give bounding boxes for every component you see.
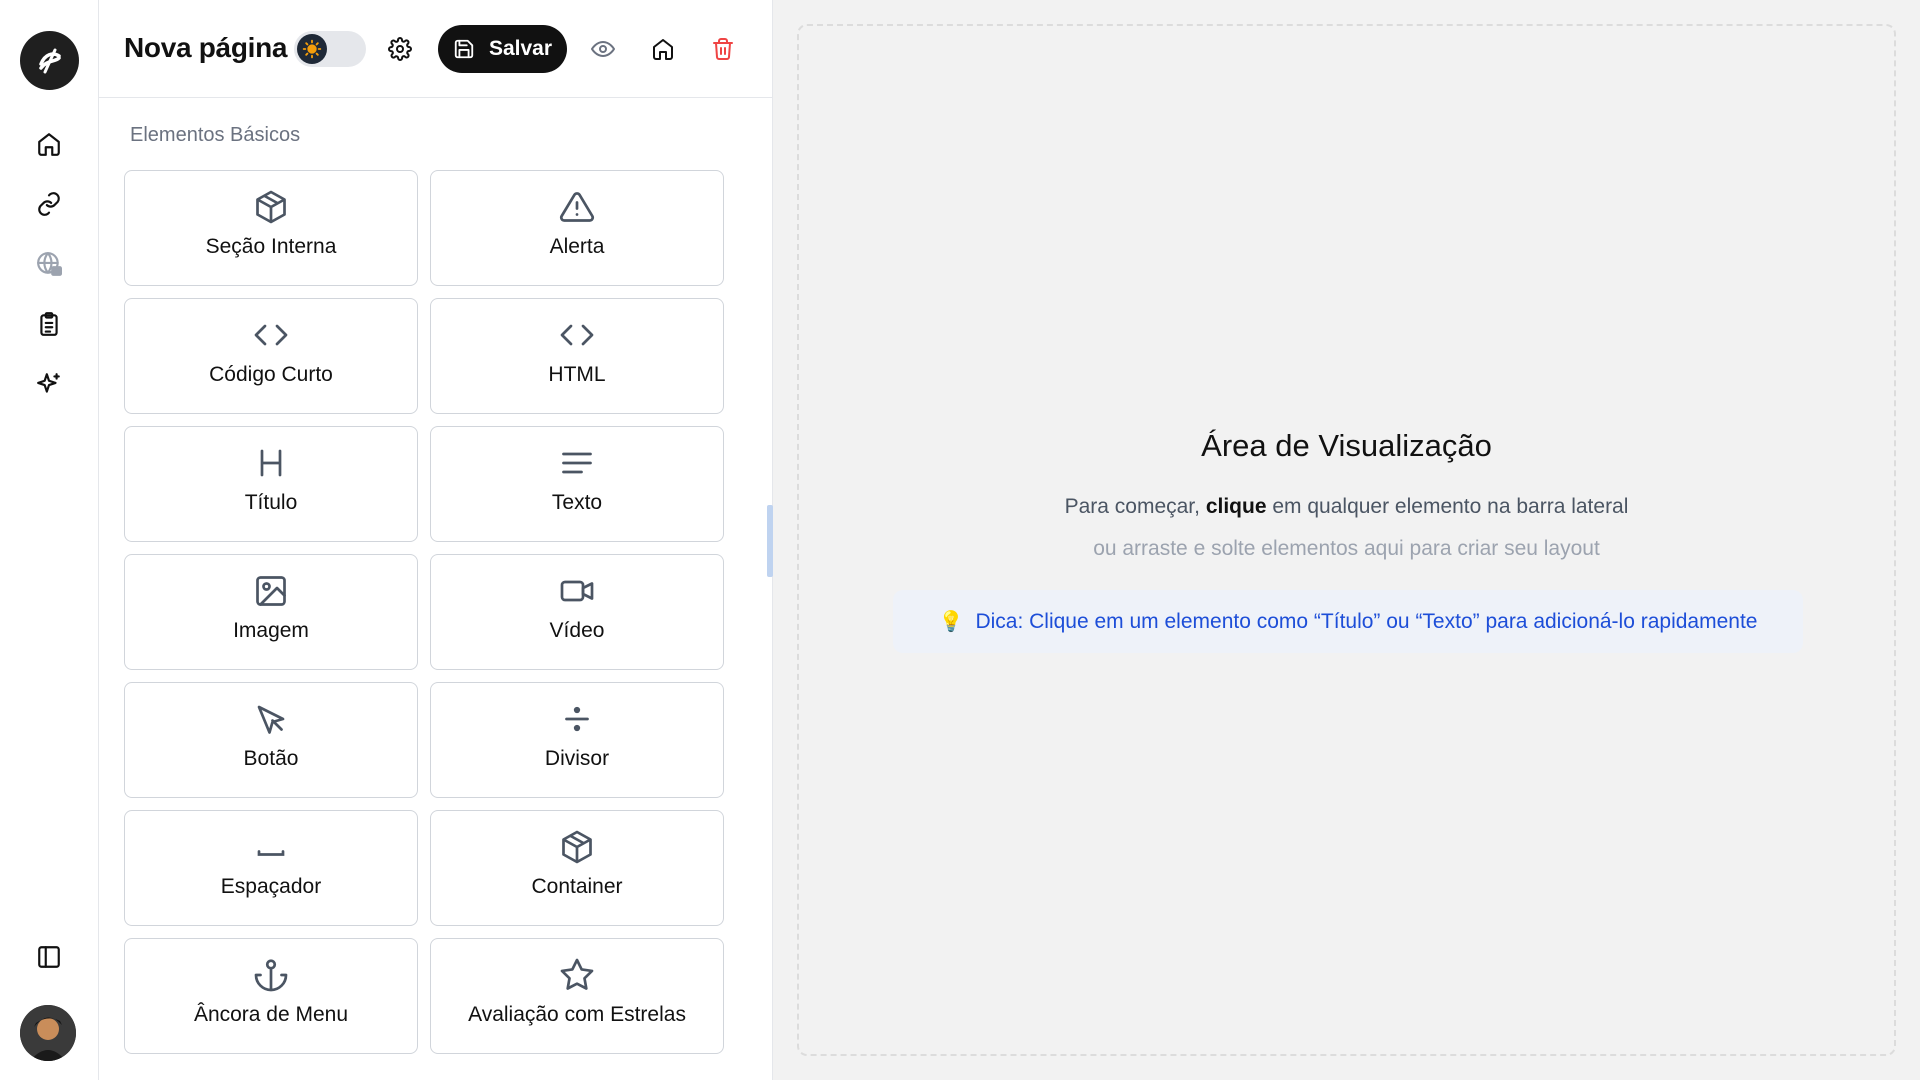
preview-canvas[interactable]: Área de Visualização Para começar, cliqu… [773, 0, 1920, 1080]
element-label: Vídeo [549, 619, 605, 642]
element-label: Container [531, 875, 623, 898]
pointer-icon [257, 705, 285, 734]
box-icon [256, 190, 286, 224]
instruction-prefix: Para começar, [1064, 495, 1200, 518]
app-window: Nova página Salvar Elementos Básicos Seç… [0, 0, 1920, 1080]
rail-home-icon[interactable] [32, 127, 66, 161]
canvas-subtext: ou arraste e solte elementos aqui para c… [1093, 537, 1600, 560]
anchor-icon [254, 959, 288, 992]
element-card-secao-interna[interactable]: Seção Interna [124, 170, 418, 286]
element-card-codigo-curto[interactable]: Código Curto [124, 298, 418, 414]
alert-triangle-icon [559, 192, 595, 222]
home-icon[interactable] [645, 31, 681, 67]
logo-icon [38, 48, 61, 73]
instruction-suffix: em qualquer elemento na barra lateral [1272, 495, 1629, 518]
element-label: Avaliação com Estrelas [468, 1003, 686, 1026]
save-icon [454, 39, 474, 59]
divide-icon [565, 706, 589, 732]
element-label: Botão [243, 747, 299, 770]
element-card-container[interactable]: Container [430, 810, 724, 926]
element-card-espacador[interactable]: Espaçador [124, 810, 418, 926]
space-icon [257, 850, 285, 856]
element-card-alerta[interactable]: Alerta [430, 170, 724, 286]
theme-toggle[interactable] [294, 31, 366, 67]
element-card-html[interactable]: HTML [430, 298, 724, 414]
elements-panel: Nova página Salvar Elementos Básicos Seç… [99, 0, 773, 1080]
element-card-avaliacao-com-estrelas[interactable]: Avaliação com Estrelas [430, 938, 724, 1054]
element-label: Texto [551, 491, 603, 514]
element-label: Código Curto [209, 363, 333, 386]
rail-globe-lock-icon[interactable] [32, 247, 66, 281]
save-button-label: Salvar [488, 37, 553, 60]
element-card-ancora-de-menu[interactable]: Âncora de Menu [124, 938, 418, 1054]
element-label: Seção Interna [205, 235, 337, 258]
heading-icon [260, 449, 282, 477]
rail-sparkles-icon[interactable] [32, 367, 66, 401]
element-label: Título [244, 491, 298, 514]
section-title: Elementos Básicos [130, 124, 301, 146]
element-label: Alerta [549, 235, 605, 258]
lightbulb-icon: 💡 [938, 611, 964, 633]
code-icon [560, 324, 594, 346]
image-icon [256, 576, 286, 606]
elements-grid: Seção Interna Alerta Código Curto HTML T… [124, 170, 724, 1054]
app-logo[interactable] [20, 31, 79, 90]
avatar-image [20, 1005, 76, 1061]
element-card-botao[interactable]: Botão [124, 682, 418, 798]
save-button[interactable]: Salvar [438, 25, 567, 73]
instruction-bold: clique [1205, 495, 1267, 518]
element-label: Âncora de Menu [193, 1003, 349, 1026]
tip-text: Dica: Clique em um elemento como “Título… [975, 609, 1758, 633]
element-label: Imagem [233, 619, 309, 642]
element-label: Divisor [544, 747, 610, 770]
left-rail [0, 0, 99, 1080]
settings-icon[interactable] [382, 31, 418, 67]
element-card-texto[interactable]: Texto [430, 426, 724, 542]
page-title[interactable]: Nova página [124, 32, 287, 64]
element-card-titulo[interactable]: Título [124, 426, 418, 542]
element-card-imagem[interactable]: Imagem [124, 554, 418, 670]
sun-icon [297, 34, 327, 64]
element-label: HTML [548, 363, 606, 386]
text-align-icon [562, 452, 592, 474]
canvas-instruction: Para começar, clique em qualquer element… [773, 495, 1920, 519]
tip-banner: 💡 Dica: Clique em um elemento como “Títu… [893, 590, 1803, 653]
element-label: Espaçador [220, 875, 322, 898]
box-icon [562, 830, 592, 864]
star-icon [560, 958, 594, 990]
trash-icon[interactable] [705, 31, 741, 67]
sidebar-toggle-icon[interactable] [32, 940, 66, 974]
code-icon [254, 324, 288, 346]
rail-link-icon[interactable] [32, 187, 66, 221]
video-icon [560, 580, 594, 602]
canvas-title: Área de Visualização [1201, 428, 1492, 463]
user-avatar[interactable] [20, 1005, 76, 1061]
eye-icon[interactable] [585, 31, 621, 67]
rail-clipboard-icon[interactable] [32, 307, 66, 341]
panel-topbar: Nova página Salvar [99, 0, 772, 98]
element-card-divisor[interactable]: Divisor [430, 682, 724, 798]
element-card-video[interactable]: Vídeo [430, 554, 724, 670]
